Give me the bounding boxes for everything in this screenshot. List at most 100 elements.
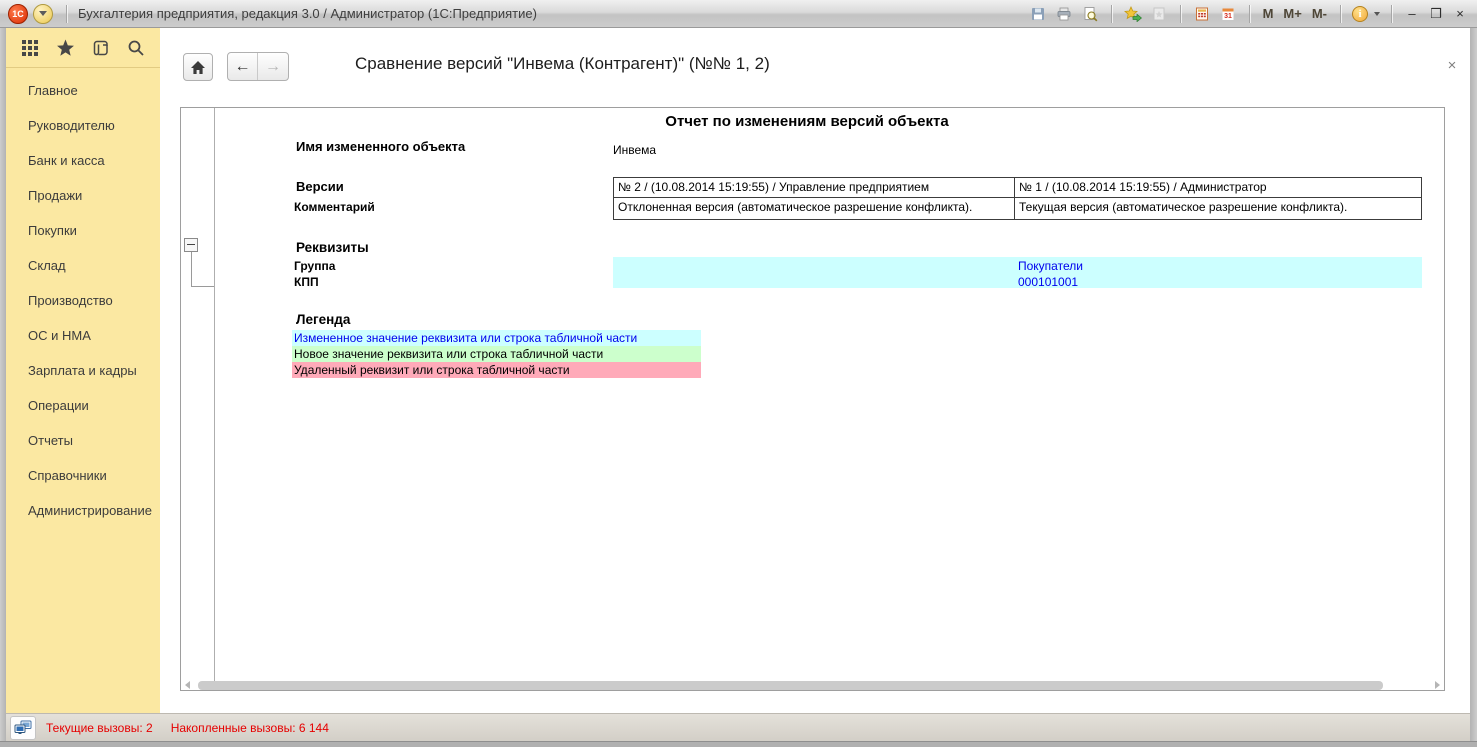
- sections-sidebar: Главное Руководителю Банк и касса Продаж…: [6, 28, 160, 713]
- group-margin-divider: [214, 108, 215, 690]
- search-icon: [127, 39, 145, 57]
- scrollbar-track[interactable]: [194, 681, 1431, 690]
- divider: [1391, 5, 1392, 23]
- server-calls-button[interactable]: [10, 716, 36, 740]
- accumulated-calls-text: Накопленные вызовы: 6 144: [171, 721, 329, 735]
- close-tab-button[interactable]: ×: [1443, 56, 1461, 74]
- memory-subtract-button[interactable]: M-: [1310, 6, 1329, 21]
- print-icon: [1056, 6, 1072, 22]
- horizontal-scrollbar[interactable]: [185, 680, 1440, 690]
- favorites-menu-button[interactable]: [55, 38, 75, 58]
- navigation-buttons: ← →: [227, 52, 289, 81]
- divider: [1249, 5, 1250, 23]
- window-frame-right: [1470, 28, 1477, 741]
- history-scroll-icon: [91, 39, 110, 57]
- sidebar-item-pokupki[interactable]: Покупки: [28, 223, 77, 243]
- requisite-group-value: Покупатели: [1018, 259, 1083, 273]
- titlebar-toolbar: 31 M M+ M- i – ❒ ×: [1028, 4, 1469, 24]
- titlebar: 1С Бухгалтерия предприятия, редакция 3.0…: [0, 0, 1477, 28]
- group-bracket-end: [191, 286, 214, 287]
- memory-add-button[interactable]: M+: [1281, 6, 1303, 21]
- scroll-left-arrow-icon[interactable]: [185, 681, 190, 689]
- favorite-star-icon: [1124, 6, 1142, 22]
- grid-icon: [21, 39, 39, 57]
- sidebar-toolbar: [6, 28, 160, 68]
- calculator-button[interactable]: [1192, 4, 1212, 24]
- sidebar-item-operacii[interactable]: Операции: [28, 398, 89, 418]
- memory-recall-button[interactable]: M: [1261, 6, 1276, 21]
- sidebar-item-spravochniki[interactable]: Справочники: [28, 468, 107, 488]
- forward-button: →: [258, 53, 288, 80]
- print-preview-icon: [1082, 6, 1098, 22]
- close-window-button[interactable]: ×: [1451, 5, 1469, 23]
- favorites-button[interactable]: [1123, 4, 1143, 24]
- window-title: Бухгалтерия предприятия, редакция 3.0 / …: [78, 6, 537, 21]
- print-preview-button[interactable]: [1080, 4, 1100, 24]
- requisite-kpp-label: КПП: [294, 275, 319, 289]
- version-2-comment-cell[interactable]: Отклоненная версия (автоматическое разре…: [614, 198, 1015, 219]
- calculator-icon: [1194, 6, 1210, 22]
- print-button[interactable]: [1054, 4, 1074, 24]
- sidebar-item-zarplata-i-kadry[interactable]: Зарплата и кадры: [28, 363, 137, 383]
- divider: [66, 5, 67, 23]
- requisite-kpp-value: 000101001: [1018, 275, 1078, 289]
- home-button[interactable]: [183, 53, 213, 81]
- sidebar-item-prodazhi[interactable]: Продажи: [28, 188, 82, 208]
- sidebar-item-bank-i-kassa[interactable]: Банк и касса: [28, 153, 105, 173]
- scrollbar-thumb[interactable]: [198, 681, 1383, 690]
- group-bracket: [191, 252, 192, 286]
- history-button[interactable]: [91, 38, 111, 58]
- legend-new-row: Новое значение реквизита или строка табл…: [292, 346, 701, 362]
- legend-deleted-row: Удаленный реквизит или строка табличной …: [292, 362, 701, 378]
- calendar-icon: 31: [1220, 6, 1236, 22]
- sidebar-item-sklad[interactable]: Склад: [28, 258, 66, 278]
- divider: [1180, 5, 1181, 23]
- report-panel: Отчет по изменениям версий объекта Имя и…: [180, 107, 1445, 691]
- sidebar-item-rukovoditelyu[interactable]: Руководителю: [28, 118, 115, 138]
- versions-label: Версии: [296, 179, 344, 194]
- link-button-disabled: [1149, 4, 1169, 24]
- requisites-section-label: Реквизиты: [296, 240, 369, 255]
- window-frame-bottom: [0, 741, 1477, 747]
- group-collapse-button[interactable]: [184, 238, 198, 252]
- version-2-header-cell[interactable]: № 2 / (10.08.2014 15:19:55) / Управление…: [614, 178, 1015, 198]
- scroll-right-arrow-icon[interactable]: [1435, 681, 1440, 689]
- home-icon: [190, 60, 206, 75]
- sidebar-item-proizvodstvo[interactable]: Производство: [28, 293, 113, 313]
- sidebar-item-otchety[interactable]: Отчеты: [28, 433, 73, 453]
- comment-label: Комментарий: [294, 200, 375, 214]
- status-bar: Текущие вызовы: 2 Накопленные вызовы: 6 …: [6, 713, 1470, 741]
- save-button[interactable]: [1028, 4, 1048, 24]
- report-title: Отчет по изменениям версий объекта: [618, 113, 996, 130]
- sections-menu-button[interactable]: [20, 38, 40, 58]
- legend-section-label: Легенда: [296, 312, 350, 327]
- search-button[interactable]: [126, 38, 146, 58]
- divider: [1340, 5, 1341, 23]
- svg-text:31: 31: [1224, 13, 1232, 20]
- sidebar-item-administrirovanie[interactable]: Администрирование: [28, 503, 152, 523]
- 1c-logo-icon: 1С: [8, 4, 28, 24]
- info-dropdown-icon[interactable]: [1374, 12, 1380, 16]
- sidebar-item-os-i-nma[interactable]: ОС и НМА: [28, 328, 91, 348]
- version-1-comment-cell[interactable]: Текущая версия (автоматическое разрешени…: [1015, 198, 1422, 219]
- object-name-value: Инвема: [613, 143, 656, 157]
- main-menu-button[interactable]: [33, 4, 53, 24]
- back-button[interactable]: ←: [228, 53, 258, 80]
- requisite-group-label: Группа: [294, 259, 335, 273]
- minimize-button[interactable]: –: [1403, 5, 1421, 23]
- content-area: ← → Сравнение версий "Инвема (Контрагент…: [160, 28, 1470, 713]
- link-page-icon: [1151, 6, 1167, 22]
- divider: [1111, 5, 1112, 23]
- app-window: 1С Бухгалтерия предприятия, редакция 3.0…: [0, 0, 1477, 747]
- current-calls-text: Текущие вызовы: 2: [46, 721, 153, 735]
- maximize-button[interactable]: ❒: [1427, 5, 1445, 23]
- monitors-icon: [14, 720, 32, 736]
- chevron-down-icon: [39, 11, 47, 16]
- calendar-button[interactable]: 31: [1218, 4, 1238, 24]
- version-1-header-cell[interactable]: № 1 / (10.08.2014 15:19:55) / Администра…: [1015, 178, 1422, 198]
- legend-changed-row: Измененное значение реквизита или строка…: [292, 330, 701, 346]
- page-title: Сравнение версий "Инвема (Контрагент)" (…: [355, 54, 770, 74]
- sidebar-item-glavnoe[interactable]: Главное: [28, 83, 78, 103]
- info-button[interactable]: i: [1352, 6, 1368, 22]
- versions-table: № 2 / (10.08.2014 15:19:55) / Управление…: [613, 177, 1422, 220]
